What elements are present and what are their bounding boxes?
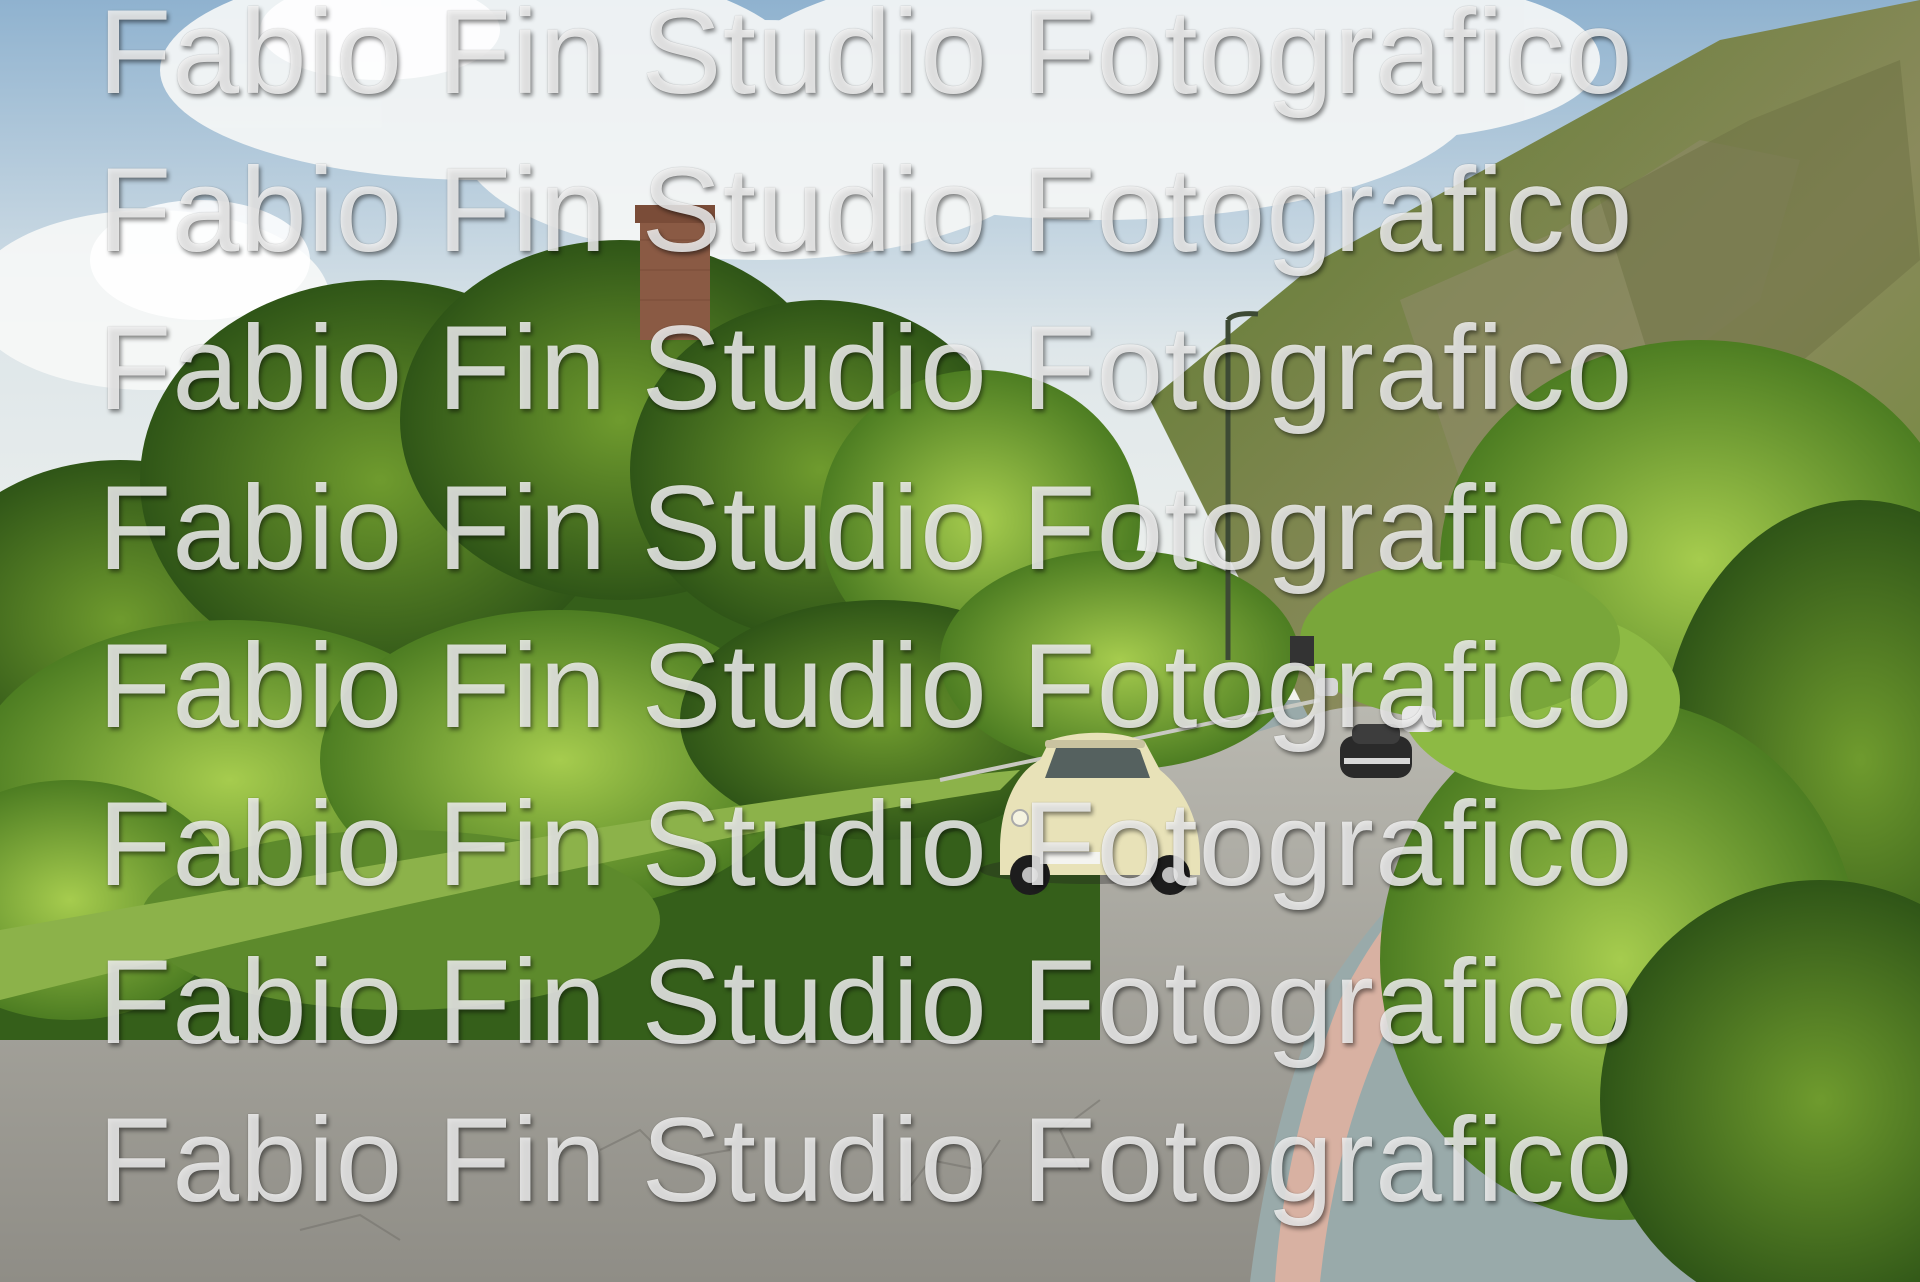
distant-car-white xyxy=(1402,706,1436,732)
brick-tower xyxy=(635,205,715,340)
landscape-photo xyxy=(0,0,1920,1282)
